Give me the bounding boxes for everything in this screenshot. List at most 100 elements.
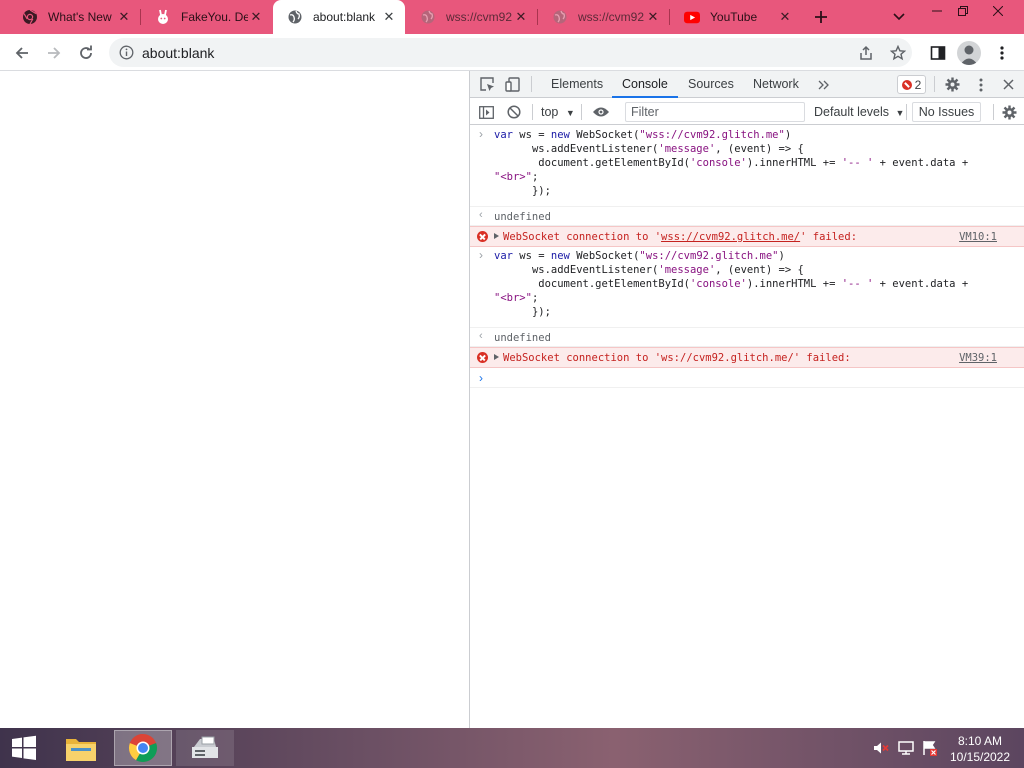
- console-prompt[interactable]: ›: [470, 368, 1024, 388]
- source-link[interactable]: VM10:1: [959, 230, 997, 244]
- tab-whats-new[interactable]: What's New ✕: [8, 0, 140, 34]
- close-icon: [993, 6, 1003, 16]
- restore-button[interactable]: [948, 0, 978, 22]
- console-error[interactable]: WebSocket connection to 'wss://cvm92.gli…: [470, 226, 1024, 247]
- console-toolbar: top ▼ Default levels ▼ No Issues: [470, 99, 1024, 125]
- expand-triangle-icon[interactable]: [494, 233, 499, 239]
- clock-time: 8:10 AM: [957, 734, 1003, 748]
- device-toolbar-button[interactable]: [504, 76, 521, 93]
- taskbar-app[interactable]: [176, 730, 234, 766]
- levels-label: Default levels: [814, 105, 890, 119]
- result-text: undefined: [494, 211, 551, 223]
- tab-strip: What's New ✕ FakeYou. De ✕ about:blank ✕…: [0, 0, 1024, 34]
- show-sidebar-button[interactable]: [477, 103, 495, 121]
- minimize-icon: [932, 10, 942, 12]
- network-icon[interactable]: [896, 728, 916, 768]
- tab-network[interactable]: Network: [753, 71, 799, 98]
- error-message: WebSocket connection to 'ws://cvm92.glit…: [494, 351, 1024, 365]
- console-input-message: › var ws = new WebSocket("wss://cvm92.gl…: [470, 126, 1024, 207]
- arrow-right-icon: [48, 47, 61, 59]
- separator: [906, 104, 907, 120]
- context-select[interactable]: top ▼: [541, 102, 575, 122]
- star-icon: [890, 45, 906, 61]
- devtools-panel: Elements Console Sources Network 2 top ▼…: [469, 71, 1024, 728]
- close-tab-icon[interactable]: ✕: [777, 9, 793, 25]
- fakeyou-icon: [155, 9, 171, 25]
- start-button[interactable]: [4, 730, 44, 766]
- devtools-settings-button[interactable]: [944, 76, 961, 93]
- close-tab-icon[interactable]: ✕: [116, 9, 132, 25]
- tab-search-button[interactable]: [886, 0, 912, 34]
- reload-icon: [80, 45, 92, 59]
- separator: [531, 76, 532, 92]
- console-error[interactable]: WebSocket connection to 'ws://cvm92.glit…: [470, 347, 1024, 368]
- back-button[interactable]: [8, 39, 36, 67]
- tab-youtube[interactable]: YouTube ✕: [670, 0, 801, 34]
- folder-icon: [66, 739, 96, 761]
- console-result: ‹ undefined: [470, 207, 1024, 226]
- separator: [581, 104, 582, 120]
- issues-button[interactable]: No Issues: [912, 102, 981, 122]
- side-panel-button[interactable]: [924, 39, 952, 67]
- fax-icon: [192, 736, 218, 758]
- block-icon: [507, 105, 521, 119]
- close-tab-icon[interactable]: ✕: [381, 9, 397, 25]
- source-link[interactable]: VM39:1: [959, 351, 997, 365]
- tab-wss-1[interactable]: wss://cvm92 ✕: [406, 0, 537, 34]
- reload-button[interactable]: [72, 39, 100, 67]
- error-count: 2: [914, 77, 922, 92]
- action-center-icon[interactable]: [920, 728, 940, 768]
- close-window-button[interactable]: [982, 0, 1014, 22]
- filter-input[interactable]: [625, 102, 805, 122]
- tab-sources[interactable]: Sources: [688, 71, 734, 98]
- error-icon: [901, 79, 912, 90]
- close-tab-icon[interactable]: ✕: [248, 9, 264, 25]
- tab-console[interactable]: Console: [612, 71, 678, 98]
- devtools-tabbar: Elements Console Sources Network 2: [470, 71, 1024, 98]
- caret-down-icon: ▼: [565, 108, 575, 118]
- address-bar[interactable]: about:blank: [109, 38, 912, 67]
- console-settings-button[interactable]: [1000, 103, 1018, 121]
- log-levels-select[interactable]: Default levels ▼: [814, 102, 904, 122]
- bookmark-button[interactable]: [884, 39, 912, 67]
- forward-button[interactable]: [40, 39, 68, 67]
- volume-muted-icon[interactable]: [872, 728, 890, 768]
- restore-icon: [958, 6, 968, 16]
- share-button[interactable]: [852, 39, 880, 67]
- tab-wss-2[interactable]: wss://cvm92 ✕: [538, 0, 669, 34]
- inspect-element-button[interactable]: [479, 76, 496, 93]
- error-count-badge[interactable]: 2: [897, 75, 926, 94]
- tab-fakeyou[interactable]: FakeYou. De ✕: [141, 0, 272, 34]
- gear-icon: [945, 77, 960, 92]
- tab-title: about:blank: [313, 10, 376, 24]
- tab-title: What's New: [48, 10, 112, 24]
- info-icon[interactable]: [119, 45, 134, 60]
- live-expression-button[interactable]: [590, 103, 612, 121]
- close-tab-icon[interactable]: ✕: [513, 9, 529, 25]
- taskbar-file-explorer[interactable]: [58, 730, 104, 766]
- taskbar-chrome[interactable]: [114, 730, 172, 766]
- console-output[interactable]: › var ws = new WebSocket("wss://cvm92.gl…: [470, 126, 1024, 728]
- error-message: WebSocket connection to 'wss://cvm92.gli…: [494, 230, 1024, 244]
- taskbar-clock[interactable]: 8:10 AM 10/15/2022: [946, 733, 1014, 765]
- new-tab-button[interactable]: [808, 0, 834, 34]
- plus-icon: [815, 11, 827, 23]
- clear-console-button[interactable]: [505, 103, 523, 121]
- tab-elements[interactable]: Elements: [551, 71, 603, 98]
- separator: [934, 76, 935, 92]
- profile-avatar[interactable]: [957, 41, 981, 65]
- menu-button[interactable]: [988, 39, 1016, 67]
- arrow-left-icon: [15, 47, 28, 59]
- devtools-menu-button[interactable]: [974, 76, 988, 93]
- more-tabs-button[interactable]: [815, 76, 831, 93]
- tab-about-blank[interactable]: about:blank ✕: [273, 0, 405, 34]
- caret-down-icon: ▼: [895, 108, 905, 118]
- device-icon: [505, 77, 520, 92]
- expand-triangle-icon[interactable]: [494, 354, 499, 360]
- close-tab-icon[interactable]: ✕: [645, 9, 661, 25]
- close-devtools-button[interactable]: [1000, 76, 1017, 93]
- code-block: var ws = new WebSocket("wss://cvm92.glit…: [494, 129, 969, 197]
- return-arrow-icon: ‹: [479, 330, 483, 342]
- more-vert-icon: [979, 78, 983, 91]
- error-icon: [477, 352, 488, 363]
